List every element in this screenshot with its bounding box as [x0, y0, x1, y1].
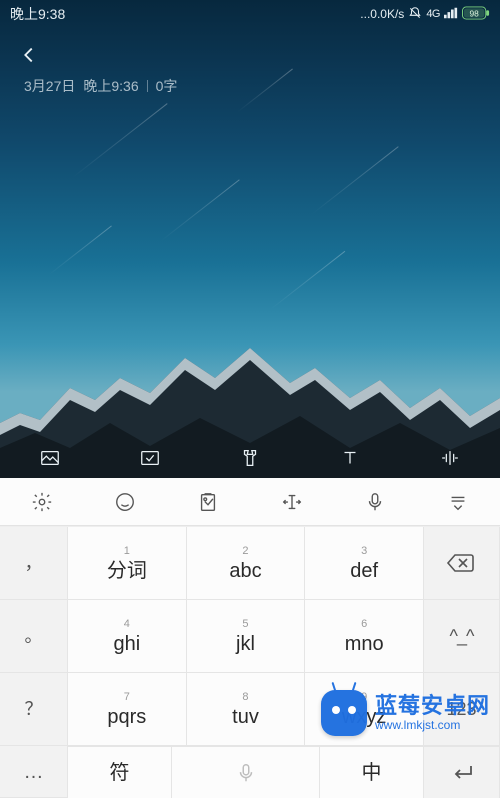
voice-note-button[interactable]	[438, 446, 462, 470]
ime-toolbar	[0, 478, 500, 526]
key-more-punctuation[interactable]: …	[0, 746, 68, 798]
key-language-toggle[interactable]: 中	[320, 747, 424, 798]
checklist-button[interactable]	[138, 446, 162, 470]
meta-divider	[147, 80, 148, 92]
key-period[interactable]: 。	[0, 600, 68, 673]
key-1-fenci[interactable]: 1分词	[68, 527, 187, 600]
key-3-def[interactable]: 3def	[305, 527, 424, 600]
status-net-speed: ...0.0K/s	[360, 7, 404, 21]
note-meta: 3月27日 晚上9:36 0字	[24, 76, 177, 96]
ime-keyboard: ， 1分词 2abc 3def 。 4ghi 5jkl 6mno ^_^ ？ 7…	[0, 478, 500, 798]
note-editor-area[interactable]: 3月27日 晚上9:36 0字	[0, 0, 500, 478]
key-symbol-mode[interactable]: 符	[68, 747, 172, 798]
watermark-logo-icon	[321, 690, 367, 736]
note-wordcount: 0字	[156, 76, 178, 96]
key-7-pqrs[interactable]: 7pqrs	[68, 673, 187, 746]
ime-settings-button[interactable]	[29, 489, 55, 515]
note-date: 3月27日	[24, 76, 75, 96]
key-4-ghi[interactable]: 4ghi	[68, 600, 187, 673]
key-question[interactable]: ？	[0, 673, 68, 746]
theme-button[interactable]	[238, 446, 262, 470]
insert-image-button[interactable]	[38, 446, 62, 470]
key-kaomoji[interactable]: ^_^	[424, 600, 500, 673]
status-bar: 晚上9:38 ...0.0K/s 4G 98	[0, 0, 500, 28]
key-enter[interactable]	[424, 747, 500, 798]
key-comma[interactable]: ，	[0, 527, 68, 600]
ime-collapse-button[interactable]	[445, 489, 471, 515]
watermark: 蓝莓安卓网 www.lmkjst.com	[321, 690, 490, 736]
key-backspace[interactable]	[424, 527, 500, 600]
keyboard-bottom-row: ！ 符 中	[0, 746, 500, 798]
watermark-url: www.lmkjst.com	[375, 719, 490, 732]
ime-voice-button[interactable]	[362, 489, 388, 515]
key-5-jkl[interactable]: 5jkl	[187, 600, 306, 673]
signal-bars-icon	[444, 7, 458, 22]
text-format-button[interactable]	[338, 446, 362, 470]
key-8-tuv[interactable]: 8tuv	[187, 673, 306, 746]
battery-icon: 98	[462, 6, 490, 23]
status-time: 晚上9:38	[10, 4, 65, 24]
signal-4g-label: 4G	[426, 8, 440, 20]
ime-clipboard-button[interactable]	[195, 489, 221, 515]
svg-text:98: 98	[469, 8, 479, 18]
ime-emoji-button[interactable]	[112, 489, 138, 515]
ime-cursor-button[interactable]	[279, 489, 305, 515]
editor-toolbar	[0, 438, 500, 478]
key-6-mno[interactable]: 6mno	[305, 600, 424, 673]
note-time: 晚上9:36	[83, 76, 138, 96]
key-spacebar[interactable]	[172, 747, 320, 798]
watermark-title: 蓝莓安卓网	[375, 694, 490, 718]
dnd-icon	[408, 6, 422, 23]
back-button[interactable]	[14, 40, 44, 70]
key-2-abc[interactable]: 2abc	[187, 527, 306, 600]
